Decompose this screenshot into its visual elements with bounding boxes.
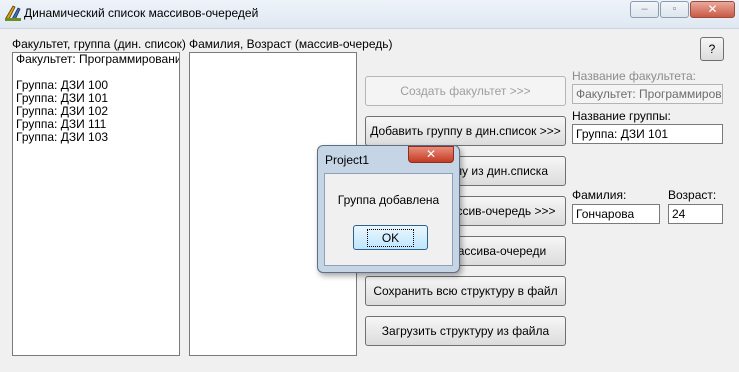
ok-button-label: OK bbox=[366, 228, 415, 247]
save-structure-button[interactable]: Сохранить всю структуру в файл bbox=[365, 276, 566, 306]
list-item[interactable]: Факультет: Программирование bbox=[13, 53, 179, 66]
message-dialog: Project1 ✕ Группа добавлена OK bbox=[317, 145, 460, 273]
dialog-message: Группа добавлена bbox=[337, 193, 440, 207]
dialog-close-button[interactable]: ✕ bbox=[408, 146, 454, 163]
dialog-title: Project1 bbox=[325, 153, 370, 167]
faculty-name-label: Название факультета: bbox=[572, 69, 696, 83]
close-icon: ✕ bbox=[425, 147, 437, 161]
maximize-icon: ▫ bbox=[672, 3, 677, 15]
group-name-label: Название группы: bbox=[572, 109, 671, 123]
age-label: Возраст: bbox=[668, 188, 717, 202]
ok-button[interactable]: OK bbox=[353, 225, 428, 250]
age-field[interactable]: 24 bbox=[668, 204, 723, 224]
faculty-name-field[interactable]: Факультет: Программирование bbox=[572, 84, 723, 104]
person-list-label: Фамилия, Возраст (массив-очередь) bbox=[189, 37, 393, 51]
list-item[interactable]: Группа: ДЗИ 103 bbox=[13, 131, 179, 144]
surname-field[interactable]: Гончарова bbox=[572, 204, 660, 224]
close-icon: ✕ bbox=[707, 2, 718, 16]
group-name-field[interactable]: Группа: ДЗИ 101 bbox=[572, 124, 723, 144]
app-icon bbox=[5, 5, 21, 21]
minimize-icon: – bbox=[641, 3, 648, 15]
faculty-group-list[interactable]: Факультет: Программирование Группа: ДЗИ 1… bbox=[12, 52, 180, 356]
minimize-button[interactable]: – bbox=[630, 1, 659, 18]
create-faculty-button[interactable]: Создать факультет >>> bbox=[365, 76, 566, 106]
window-title: Динамический список массивов-очередей bbox=[24, 6, 259, 20]
dialog-body: Группа добавлена OK bbox=[324, 173, 453, 266]
load-structure-button[interactable]: Загрузить структуру из файла bbox=[365, 316, 566, 346]
help-button[interactable]: ? bbox=[700, 37, 724, 61]
close-button[interactable]: ✕ bbox=[690, 1, 735, 18]
surname-label: Фамилия: bbox=[572, 188, 627, 202]
maximize-button[interactable]: ▫ bbox=[660, 1, 689, 18]
add-group-button[interactable]: Добавить группу в дин.список >>> bbox=[365, 116, 566, 146]
faculty-list-label: Факультет, группа (дин. список) bbox=[12, 37, 186, 51]
